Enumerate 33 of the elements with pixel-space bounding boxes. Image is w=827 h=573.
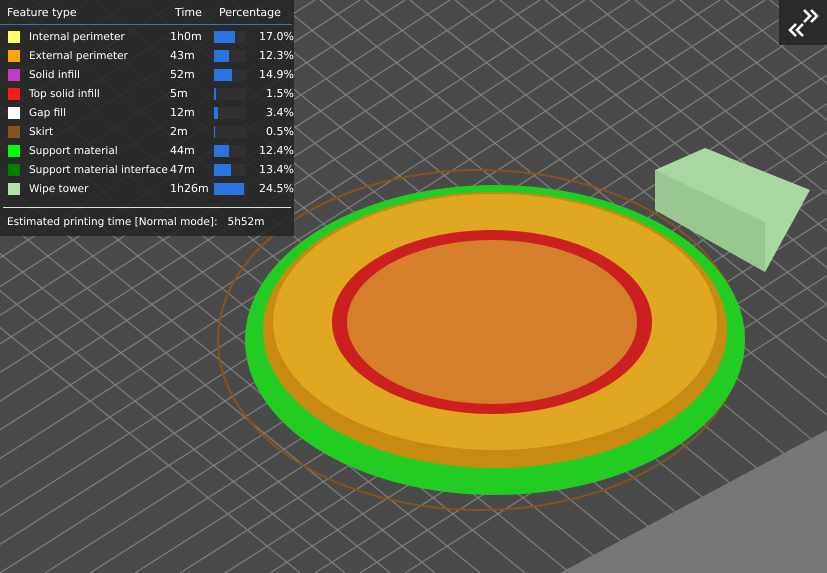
feature-percentage: 14.9% xyxy=(258,69,294,81)
feature-percentage: 13.4% xyxy=(258,164,294,176)
feature-percentage: 0.5% xyxy=(265,126,294,138)
feature-time: 12m xyxy=(170,107,196,119)
feature-time: 52m xyxy=(170,69,196,81)
column-header: Feature type xyxy=(7,6,78,19)
feature-percentage: 3.4% xyxy=(265,107,294,119)
feature-name: Solid infill xyxy=(29,69,81,81)
feature-name: Skirt xyxy=(29,126,54,138)
feature-name: Support material interface xyxy=(29,164,169,176)
feature-name: Support material xyxy=(29,145,119,157)
feature-percentage: 12.4% xyxy=(258,145,294,157)
feature-time: 5m xyxy=(170,88,189,100)
feature-time: 44m xyxy=(170,145,196,157)
feature-time: 1h26m xyxy=(170,183,210,195)
feature-name: Gap fill xyxy=(29,107,68,119)
column-header: Percentage xyxy=(219,6,281,19)
column-header: Time xyxy=(175,6,203,19)
feature-name: Top solid infill xyxy=(29,88,101,100)
collapse-button[interactable] xyxy=(779,0,827,45)
feature-percentage: 17.0% xyxy=(258,31,294,43)
feature-percentage: 24.5% xyxy=(258,183,294,195)
feature-name: Wipe tower xyxy=(29,183,90,195)
feature-time: 43m xyxy=(170,50,196,62)
feature-percentage: 12.3% xyxy=(258,50,294,62)
feature-time: 47m xyxy=(170,164,196,176)
feature-name: Internal perimeter xyxy=(29,31,126,43)
feature-percentage: 1.5% xyxy=(265,88,294,100)
estimate-value: 5h52m xyxy=(228,216,264,228)
feature-time: 2m xyxy=(170,126,189,138)
feature-name: External perimeter xyxy=(29,50,129,62)
estimate-label: Estimated printing time [Normal mode]: xyxy=(7,216,218,228)
feature-time: 1h0m xyxy=(170,31,203,43)
